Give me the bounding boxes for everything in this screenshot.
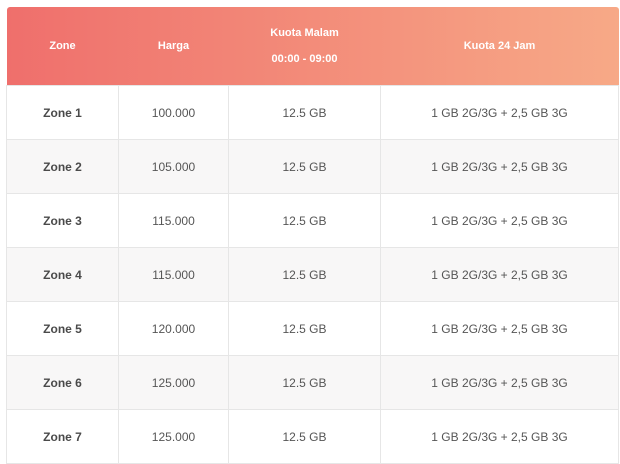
cell-kuota-malam: 12.5 GB [228, 409, 381, 464]
cell-harga: 120.000 [118, 301, 229, 356]
table-row: Zone 2 105.000 12.5 GB 1 GB 2G/3G + 2,5 … [6, 139, 619, 194]
cell-kuota-24-jam: 1 GB 2G/3G + 2,5 GB 3G [380, 193, 619, 248]
cell-kuota-malam: 12.5 GB [228, 301, 381, 356]
cell-kuota-malam: 12.5 GB [228, 355, 381, 410]
cell-kuota-malam: 12.5 GB [228, 85, 381, 140]
cell-kuota-24-jam: 1 GB 2G/3G + 2,5 GB 3G [380, 139, 619, 194]
cell-kuota-24-jam: 1 GB 2G/3G + 2,5 GB 3G [380, 301, 619, 356]
header-kuota-malam-time: 00:00 - 09:00 [271, 53, 338, 65]
cell-zone: Zone 1 [6, 85, 119, 140]
table-row: Zone 6 125.000 12.5 GB 1 GB 2G/3G + 2,5 … [6, 355, 619, 410]
table-row: Zone 7 125.000 12.5 GB 1 GB 2G/3G + 2,5 … [6, 409, 619, 464]
cell-harga: 125.000 [118, 409, 229, 464]
header-harga: Harga [157, 40, 190, 52]
pricing-table-container: Zone Harga Kuota Malam 00:00 - 09:00 Kuo… [6, 7, 619, 464]
header-kuota-malam-title: Kuota Malam [270, 27, 339, 39]
cell-harga: 100.000 [118, 85, 229, 140]
cell-kuota-malam: 12.5 GB [228, 247, 381, 302]
table-row: Zone 3 115.000 12.5 GB 1 GB 2G/3G + 2,5 … [6, 193, 619, 248]
header-kuota-24-jam: Kuota 24 Jam [463, 40, 536, 52]
cell-kuota-24-jam: 1 GB 2G/3G + 2,5 GB 3G [380, 247, 619, 302]
header-kuota-malam: Kuota Malam 00:00 - 09:00 [229, 7, 381, 86]
cell-kuota-malam: 12.5 GB [228, 139, 381, 194]
cell-zone: Zone 7 [6, 409, 119, 464]
pricing-table: Zone Harga Kuota Malam 00:00 - 09:00 Kuo… [6, 7, 619, 464]
cell-kuota-24-jam: 1 GB 2G/3G + 2,5 GB 3G [380, 85, 619, 140]
table-header: Zone Harga Kuota Malam 00:00 - 09:00 Kuo… [6, 7, 619, 86]
cell-harga: 115.000 [118, 247, 229, 302]
cell-harga: 125.000 [118, 355, 229, 410]
cell-kuota-24-jam: 1 GB 2G/3G + 2,5 GB 3G [380, 355, 619, 410]
cell-zone: Zone 6 [6, 355, 119, 410]
table-header-row: Zone Harga Kuota Malam 00:00 - 09:00 Kuo… [6, 7, 619, 86]
cell-zone: Zone 2 [6, 139, 119, 194]
cell-kuota-24-jam: 1 GB 2G/3G + 2,5 GB 3G [380, 409, 619, 464]
header-zone: Zone [49, 40, 76, 52]
cell-zone: Zone 5 [6, 301, 119, 356]
table-row: Zone 4 115.000 12.5 GB 1 GB 2G/3G + 2,5 … [6, 247, 619, 302]
cell-harga: 115.000 [118, 193, 229, 248]
table-row: Zone 5 120.000 12.5 GB 1 GB 2G/3G + 2,5 … [6, 301, 619, 356]
cell-kuota-malam: 12.5 GB [228, 193, 381, 248]
table-row: Zone 1 100.000 12.5 GB 1 GB 2G/3G + 2,5 … [6, 85, 619, 140]
table-body: Zone 1 100.000 12.5 GB 1 GB 2G/3G + 2,5 … [6, 85, 619, 464]
cell-harga: 105.000 [118, 139, 229, 194]
cell-zone: Zone 3 [6, 193, 119, 248]
cell-zone: Zone 4 [6, 247, 119, 302]
